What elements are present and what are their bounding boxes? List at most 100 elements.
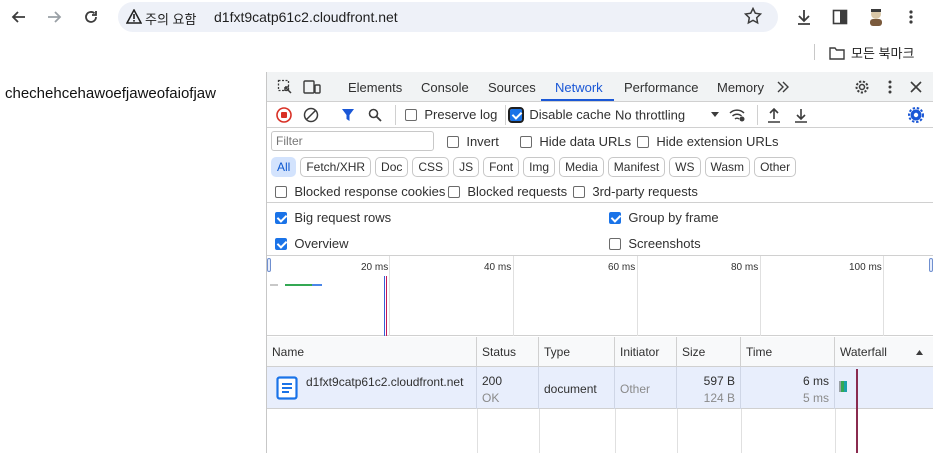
checkbox[interactable]: [520, 135, 532, 148]
devtools-panel: Elements Console Sources Network Perform…: [266, 72, 933, 453]
throttling-select[interactable]: No throttling: [615, 107, 720, 122]
reload-icon: [85, 11, 97, 23]
checkbox[interactable]: [405, 108, 417, 121]
network-conditions-icon[interactable]: [728, 106, 746, 124]
document-icon: [276, 376, 298, 400]
security-label[interactable]: 주의 요함: [145, 9, 196, 28]
cell-type: document: [539, 367, 615, 409]
column-header-name[interactable]: Name: [267, 337, 477, 367]
checkbox[interactable]: [508, 106, 524, 123]
avatar[interactable]: [864, 5, 888, 29]
warning-icon[interactable]: [125, 8, 143, 27]
clear-icon[interactable]: [302, 106, 320, 124]
record-stop-icon[interactable]: [275, 106, 293, 124]
chip-media[interactable]: Media: [559, 157, 604, 177]
hide-extension-urls-label: Hide extension URLs: [656, 134, 779, 150]
chip-doc[interactable]: Doc: [375, 157, 409, 177]
checkbox[interactable]: [447, 135, 459, 148]
checkbox[interactable]: [609, 237, 621, 250]
tab-performance[interactable]: Performance: [624, 80, 698, 95]
close-devtools-icon[interactable]: [907, 78, 925, 96]
sort-ascending-icon: [916, 350, 923, 355]
network-overview[interactable]: 20 ms 40 ms 60 ms 80 ms 100 ms: [267, 256, 933, 336]
tab-elements[interactable]: Elements: [348, 80, 402, 95]
chip-js[interactable]: JS: [453, 157, 480, 177]
checkbox[interactable]: [275, 185, 287, 198]
side-panel-icon[interactable]: [828, 5, 852, 29]
export-har-icon[interactable]: [792, 106, 810, 124]
waterfall-header-label: Waterfall: [840, 345, 887, 359]
devtools-more-icon[interactable]: [881, 78, 899, 96]
import-har-icon[interactable]: [765, 106, 783, 124]
blocked-requests-checkbox[interactable]: Blocked requests: [448, 184, 567, 199]
folder-icon: [829, 46, 845, 60]
search-icon[interactable]: [366, 106, 384, 124]
third-party-requests-label: 3rd-party requests: [592, 184, 698, 200]
device-toolbar-icon[interactable]: [303, 78, 321, 96]
screenshots-checkbox[interactable]: Screenshots: [609, 236, 701, 251]
column-header-waterfall[interactable]: Waterfall: [835, 337, 933, 367]
chip-manifest[interactable]: Manifest: [607, 157, 666, 177]
column-header-status[interactable]: Status: [477, 337, 539, 367]
checkbox[interactable]: [275, 237, 287, 250]
chip-wasm[interactable]: Wasm: [704, 157, 751, 177]
column-header-type[interactable]: Type: [539, 337, 615, 367]
column-header-time[interactable]: Time: [741, 337, 835, 367]
blocked-response-cookies-checkbox[interactable]: Blocked response cookies: [275, 184, 445, 199]
chip-font[interactable]: Font: [483, 157, 520, 177]
tab-console[interactable]: Console: [421, 80, 469, 95]
table-row[interactable]: d1fxt9catp61c2.cloudfront.net 200 OK doc…: [267, 367, 933, 409]
tab-network[interactable]: Network: [555, 80, 603, 95]
chip-img[interactable]: Img: [523, 157, 556, 177]
checkbox[interactable]: [448, 185, 460, 198]
waterfall-load-marker: [856, 369, 858, 453]
invert-checkbox[interactable]: Invert: [447, 134, 499, 149]
overview-right-handle[interactable]: [929, 258, 933, 272]
tab-memory[interactable]: Memory: [717, 80, 764, 95]
divider: [505, 105, 506, 125]
column-header-initiator[interactable]: Initiator: [615, 337, 677, 367]
download-icon[interactable]: [792, 5, 816, 29]
disable-cache-checkbox[interactable]: Disable cache: [508, 106, 611, 123]
url-text[interactable]: d1fxt9catp61c2.cloudfront.net: [214, 9, 398, 25]
group-by-frame-checkbox[interactable]: Group by frame: [609, 210, 719, 225]
transfer-size: 597 B: [703, 374, 735, 388]
tab-sources[interactable]: Sources: [488, 80, 536, 95]
checkbox[interactable]: [275, 211, 287, 224]
filter-input[interactable]: [271, 131, 434, 151]
request-name: d1fxt9catp61c2.cloudfront.net: [306, 375, 464, 389]
chip-ws[interactable]: WS: [669, 157, 701, 177]
chip-other[interactable]: Other: [754, 157, 797, 177]
back-button[interactable]: [7, 5, 31, 29]
overview-checkbox[interactable]: Overview: [275, 236, 349, 251]
checkbox[interactable]: [637, 135, 649, 148]
network-requests-table: Name Status Type Initiator Size Time Wat…: [267, 337, 933, 453]
overview-left-handle[interactable]: [267, 258, 271, 272]
big-request-rows-checkbox[interactable]: Big request rows: [275, 210, 391, 225]
network-settings-gear-icon[interactable]: [907, 106, 925, 124]
filter-funnel-icon[interactable]: [339, 106, 357, 124]
chip-fetch-xhr[interactable]: Fetch/XHR: [300, 157, 372, 177]
overview-label: Overview: [294, 236, 349, 252]
settings-gear-icon[interactable]: [853, 78, 871, 96]
all-bookmarks-button[interactable]: 모든 북마크: [829, 43, 914, 62]
dropdown-arrow-icon: [711, 111, 720, 117]
column-header-size[interactable]: Size: [677, 337, 741, 367]
address-bar[interactable]: 주의 요함 d1fxt9catp61c2.cloudfront.net: [118, 2, 778, 32]
hide-data-urls-checkbox[interactable]: Hide data URLs: [520, 134, 631, 149]
grid-line: [637, 256, 638, 336]
checkbox[interactable]: [573, 185, 585, 198]
inspect-element-icon[interactable]: [276, 78, 294, 96]
bookmark-star-icon[interactable]: [743, 6, 763, 28]
forward-button[interactable]: [42, 5, 66, 29]
reload-button[interactable]: [79, 5, 103, 29]
tick-label: 60 ms: [608, 262, 636, 273]
third-party-requests-checkbox[interactable]: 3rd-party requests: [573, 184, 698, 199]
preserve-log-checkbox[interactable]: Preserve log: [405, 107, 497, 122]
chip-css[interactable]: CSS: [412, 157, 450, 177]
chip-all[interactable]: All: [271, 157, 297, 177]
hide-extension-urls-checkbox[interactable]: Hide extension URLs: [637, 134, 778, 149]
more-tabs-chevron-icon[interactable]: [774, 78, 792, 96]
more-vert-icon[interactable]: [899, 5, 923, 29]
checkbox[interactable]: [609, 211, 621, 224]
